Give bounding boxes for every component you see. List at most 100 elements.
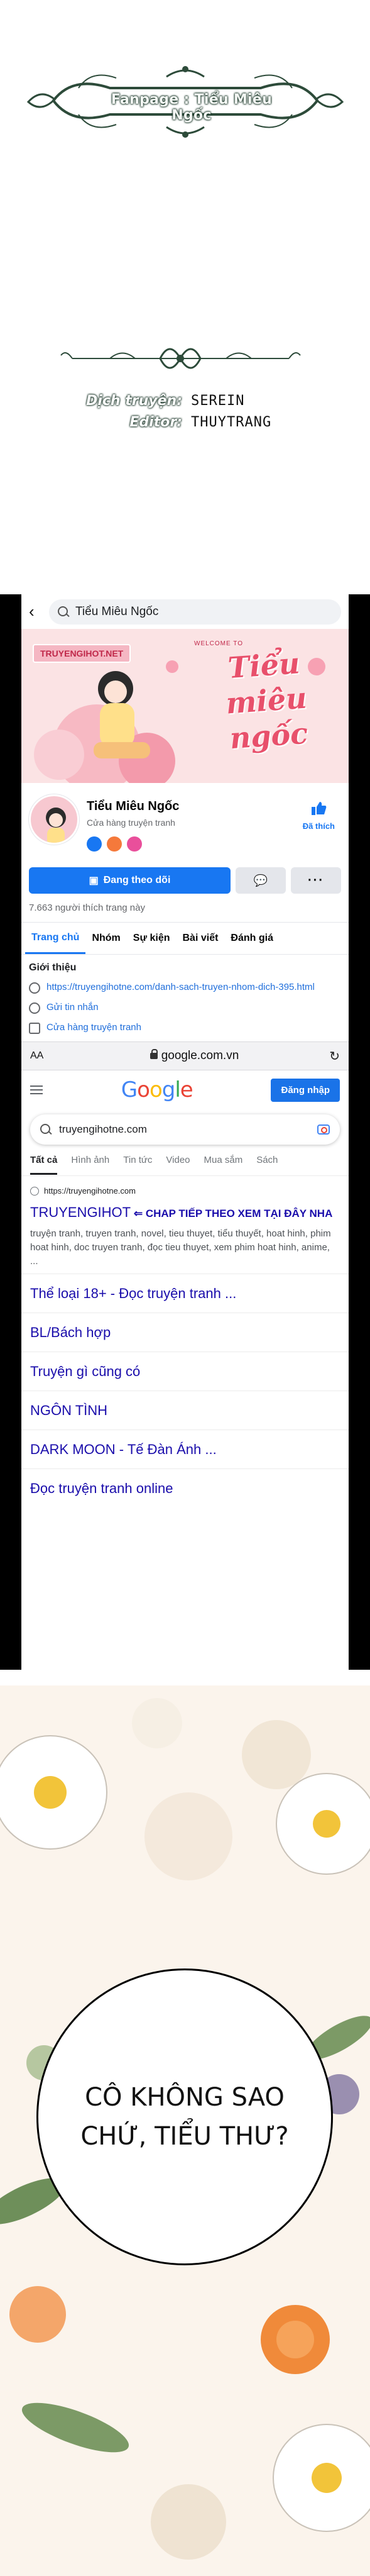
page-actions: ▣ Đang theo dõi 💬 ··· [21, 865, 349, 897]
tab-home[interactable]: Trang chủ [25, 923, 86, 954]
daisy-top-right [276, 1773, 370, 1875]
ellipsis-icon: ··· [308, 873, 324, 887]
translator-label: Dịch truyện: [86, 392, 182, 409]
google-header: Google Đăng nhập [21, 1070, 349, 1109]
page-category: Cửa hàng truyện tranh [87, 818, 175, 828]
tab-all[interactable]: Tất cả [30, 1155, 58, 1175]
url-field[interactable]: google.com.vn [68, 1049, 321, 1063]
sitelink-item[interactable]: Thể loại 18+ - Đọc truyện tranh ... [21, 1274, 349, 1313]
url-text: google.com.vn [161, 1049, 239, 1062]
page-profile: Tiểu Miêu Ngốc Cửa hàng truyện tranh Đã … [21, 783, 349, 865]
site-favicon-icon [30, 1186, 39, 1196]
result-title[interactable]: TRUYENGIHOT ⇐ CHAP TIẾP THEO XEM TẠI ĐÂY… [30, 1204, 340, 1221]
result-title-text: TRUYENGIHOT [30, 1204, 131, 1220]
google-tabs: Tất cả Hình ảnh Tin tức Video Mua sắm Sá… [21, 1150, 349, 1176]
logo-letter-g2: g [161, 1077, 176, 1102]
sitelink-item[interactable]: Đọc truyện tranh online [21, 1468, 349, 1507]
speech-line-2: CHỨ, TIỂU THƯ? [80, 2122, 289, 2151]
logo-letter-g: G [121, 1077, 138, 1102]
result-snippet: truyện tranh, truyen tranh, novel, tieu … [30, 1228, 331, 1267]
liked-button[interactable]: Đã thích [303, 801, 335, 831]
search-icon [40, 1124, 52, 1135]
reload-icon[interactable]: ↻ [321, 1048, 340, 1064]
result-site[interactable]: https://truyengihotne.com [30, 1186, 340, 1196]
tab-images[interactable]: Hình ảnh [71, 1155, 109, 1175]
google-logo[interactable]: Google [121, 1077, 193, 1102]
avatar-illustration [46, 808, 66, 843]
shop-outline-icon [29, 1023, 40, 1034]
page-info: Tiểu Miêu Ngốc Cửa hàng truyện tranh [87, 794, 179, 865]
facebook-search-bar[interactable]: Tiểu Miêu Ngốc [49, 599, 341, 625]
tab-books[interactable]: Sách [256, 1155, 278, 1175]
speech-line-1: CÔ KHÔNG SAO [85, 2083, 285, 2112]
lock-icon [150, 1049, 158, 1059]
ornament-divider [60, 348, 301, 369]
following-button[interactable]: ▣ Đang theo dõi [29, 867, 231, 894]
intro-message-link[interactable]: Gửi tin nhắn [46, 1001, 99, 1014]
phone-screen: ‹ Tiểu Miêu Ngốc TRUYENGIHOT.NET WELCOME… [21, 594, 349, 1670]
cover-welcome-text: WELCOME TO [194, 640, 243, 647]
globe-icon [29, 982, 40, 994]
phone-screenshot: ‹ Tiểu Miêu Ngốc TRUYENGIHOT.NET WELCOME… [0, 594, 370, 1670]
likes-count: 7.663 người thích trang này [29, 902, 145, 913]
cover-watermark: TRUYENGIHOT.NET [33, 644, 131, 663]
result-title-note: ⇐ CHAP TIẾP THEO XEM TẠI ĐÂY NHA [131, 1208, 333, 1219]
translator-row: Dịch truyện: SEREIN [63, 390, 327, 411]
logo-letter-o2: o [149, 1077, 163, 1102]
speech-bubble-text: CÔ KHÔNG SAO CHỨ, TIỂU THƯ? [46, 2078, 323, 2156]
reader-settings-button[interactable]: AA [30, 1050, 68, 1062]
message-button[interactable]: 💬 [236, 867, 286, 894]
tab-events[interactable]: Sự kiện [127, 923, 177, 954]
editor-value: THUYTRANG [191, 414, 272, 430]
manga-panel: CÔ KHÔNG SAO CHỨ, TIỂU THƯ? [0, 1685, 370, 2576]
tab-posts[interactable]: Bài viết [177, 923, 225, 954]
search-result: https://truyengihotne.com TRUYENGIHOT ⇐ … [21, 1176, 349, 1269]
tab-groups[interactable]: Nhóm [85, 923, 126, 954]
fanpage-text: Fanpage : Tiểu Miêu Ngốc [111, 92, 273, 123]
sitelinks: Thể loại 18+ - Đọc truyện tranh ... BL/B… [21, 1274, 349, 1507]
speech-bubble: CÔ KHÔNG SAO CHỨ, TIỂU THƯ? [36, 1968, 333, 2265]
facebook-topbar: ‹ Tiểu Miêu Ngốc [21, 594, 349, 629]
sitelink-item[interactable]: BL/Bách hợp [21, 1313, 349, 1352]
tab-news[interactable]: Tin tức [123, 1155, 152, 1175]
sitelink-item[interactable]: NGÔN TÌNH [21, 1391, 349, 1430]
shop-icon[interactable] [107, 836, 122, 852]
page-feature-icons [87, 836, 179, 852]
messenger-bubble-icon: 💬 [253, 874, 268, 887]
intro-category-row: Cửa hàng truyện tranh [29, 1021, 341, 1034]
cover-photo[interactable]: TRUYENGIHOT.NET WELCOME TO Tiểu miêu ngố… [21, 629, 349, 783]
intro-category[interactable]: Cửa hàng truyện tranh [46, 1021, 141, 1034]
facebook-search-text: Tiểu Miêu Ngốc [75, 604, 159, 618]
editor-row: Editor: THUYTRANG [63, 411, 327, 433]
intro-website-row[interactable]: https://truyengihotne.com/danh-sach-truy… [29, 981, 341, 994]
google-search-query[interactable]: truyengihotne.com [59, 1123, 310, 1136]
gift-icon[interactable] [127, 836, 142, 852]
tab-reviews[interactable]: Đánh giá [224, 923, 280, 954]
search-icon [58, 606, 69, 618]
back-arrow-icon[interactable]: ‹ [29, 602, 43, 621]
google-lens-icon[interactable] [317, 1124, 330, 1135]
page-avatar[interactable] [29, 794, 79, 845]
page-tabs: Trang chủ Nhóm Sự kiện Bài viết Đánh giá [21, 922, 349, 955]
messenger-icon[interactable] [87, 836, 102, 852]
editor-label: Editor: [129, 414, 182, 430]
sitelink-item[interactable]: Truyện gì cũng có [21, 1352, 349, 1391]
google-search-box[interactable]: truyengihotne.com [30, 1114, 340, 1145]
intro-message-row[interactable]: Gửi tin nhắn [29, 1001, 341, 1014]
result-site-url: https://truyengihotne.com [44, 1186, 136, 1196]
page-name[interactable]: Tiểu Miêu Ngốc [87, 799, 179, 814]
menu-icon[interactable] [30, 1085, 43, 1094]
translator-value: SEREIN [191, 392, 245, 409]
cover-title: Tiểu miêu ngốc [178, 642, 349, 759]
intro-title: Giới thiệu [29, 962, 77, 973]
more-options-button[interactable]: ··· [291, 867, 341, 894]
tab-video[interactable]: Video [166, 1155, 190, 1175]
daisy-top-left [0, 1735, 107, 1850]
logo-letter-e: e [180, 1077, 193, 1102]
sitelink-item[interactable]: DARK MOON - Tế Đàn Ánh ... [21, 1430, 349, 1468]
sign-in-button[interactable]: Đăng nhập [271, 1078, 340, 1102]
tab-shopping[interactable]: Mua sắm [204, 1155, 243, 1175]
credits-block: Dịch truyện: SEREIN Editor: THUYTRANG [63, 390, 327, 433]
following-label: Đang theo dõi [103, 875, 171, 886]
intro-website-link[interactable]: https://truyengihotne.com/danh-sach-truy… [46, 981, 315, 994]
